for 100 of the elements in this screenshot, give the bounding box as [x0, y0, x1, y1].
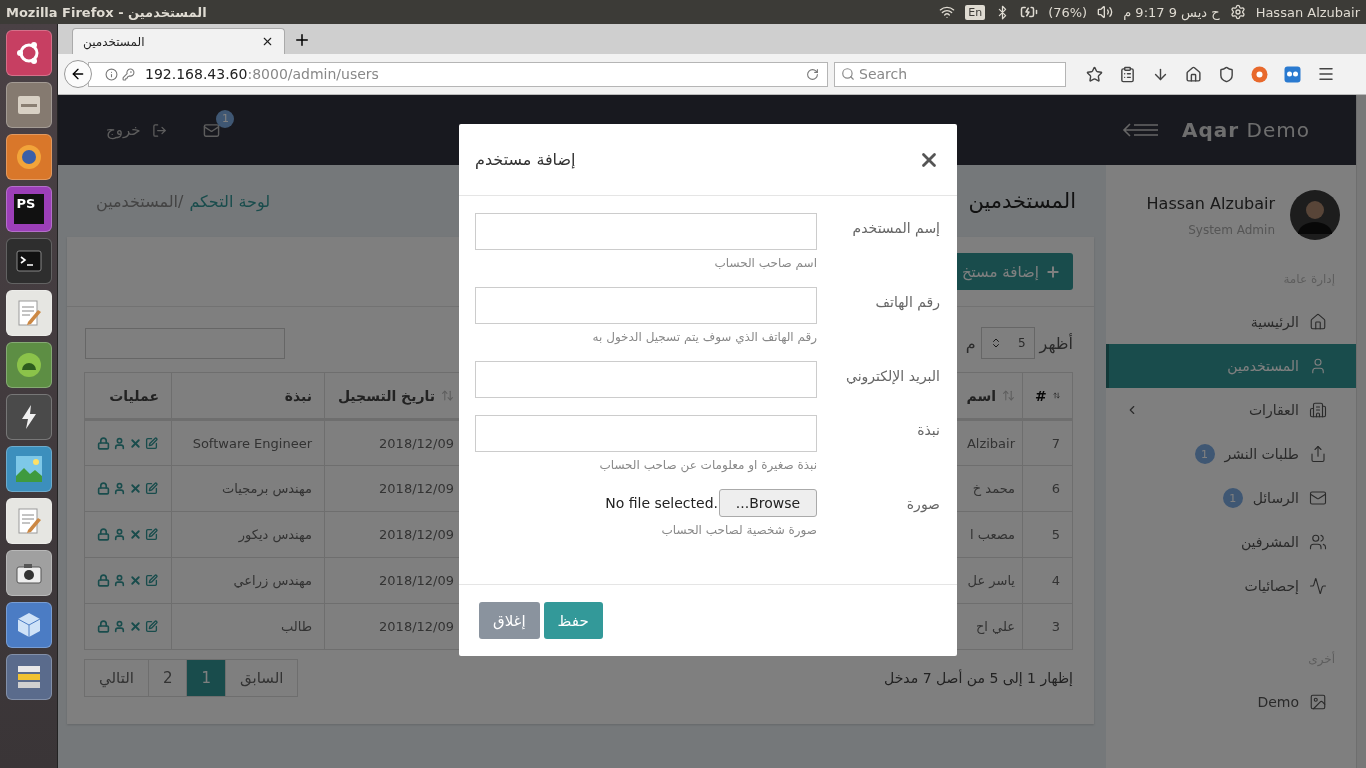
new-tab-icon[interactable]: [293, 31, 311, 49]
user-icon[interactable]: [113, 620, 126, 633]
close-button[interactable]: إغلاق: [479, 602, 540, 639]
launcher-button[interactable]: [5, 134, 52, 180]
pagination-button[interactable]: التالي: [84, 659, 149, 697]
launcher-button[interactable]: [5, 550, 52, 596]
launcher-button[interactable]: [5, 342, 52, 388]
sort-icon[interactable]: [441, 389, 454, 402]
length-label: أظهر: [1039, 333, 1073, 353]
table-cell: طالب: [171, 603, 325, 650]
pagination-button[interactable]: 2: [147, 659, 188, 697]
launcher-button[interactable]: [5, 602, 52, 648]
help-text: اسم صاحب الحساب: [713, 256, 817, 270]
settings-icon[interactable]: [1229, 4, 1246, 20]
lock-icon[interactable]: [97, 528, 110, 541]
count-badge: 1: [216, 109, 235, 128]
sidebar-item[interactable]: المستخدمين: [1106, 344, 1356, 388]
table-cell: 7: [1022, 419, 1073, 466]
search-field[interactable]: [85, 327, 285, 359]
volume-icon: [1097, 4, 1114, 20]
round-badge-icon[interactable]: [1251, 65, 1268, 83]
launcher-button[interactable]: [5, 394, 52, 440]
table-cell: 4: [1022, 557, 1073, 604]
edit-icon[interactable]: [145, 482, 158, 495]
sidebar-item[interactable]: العقارات: [1106, 388, 1356, 432]
delete-icon[interactable]: [129, 574, 142, 587]
edit-icon[interactable]: [145, 620, 158, 633]
launcher-button[interactable]: [5, 82, 52, 128]
launcher-button[interactable]: [5, 654, 52, 700]
save-button[interactable]: حفظ: [543, 602, 603, 639]
mail-icon: [1309, 489, 1327, 507]
pagination-button[interactable]: السابق: [225, 659, 299, 697]
column-header[interactable]: #: [1022, 372, 1073, 420]
battery-percent: (76%): [1048, 4, 1088, 20]
pagination-button[interactable]: 1: [186, 659, 226, 697]
browse-button[interactable]: Browse...: [719, 489, 817, 517]
url-text: 192.168.43.60:8000/admin/users: [145, 66, 380, 82]
home-icon[interactable]: [1185, 65, 1202, 83]
edit-icon[interactable]: [145, 528, 158, 541]
user-icon[interactable]: [113, 436, 126, 450]
sidebar-item[interactable]: الرئيسية: [1106, 300, 1356, 344]
column-header: عمليات: [84, 372, 172, 420]
launcher-button[interactable]: PS: [5, 186, 52, 232]
user-icon[interactable]: [113, 528, 126, 541]
info-icon: [105, 67, 118, 81]
menu-icon[interactable]: [1317, 65, 1335, 83]
browser-tab[interactable]: المستخدمين: [72, 28, 285, 54]
reload-icon[interactable]: [806, 67, 819, 81]
lock-icon[interactable]: [97, 620, 110, 633]
input-field[interactable]: [475, 213, 817, 250]
page-size-select[interactable]: 5: [980, 327, 1035, 359]
search-field[interactable]: Search: [834, 61, 1066, 87]
edit-icon[interactable]: [145, 436, 158, 450]
back-button[interactable]: [64, 60, 92, 88]
shield-icon[interactable]: [1218, 65, 1235, 83]
launcher-button[interactable]: [5, 30, 52, 76]
edit-icon[interactable]: [145, 574, 158, 587]
lock-icon[interactable]: [97, 574, 110, 587]
table-cell: مهندس زراعي: [171, 557, 325, 604]
delete-icon[interactable]: [129, 436, 142, 450]
input-field[interactable]: [475, 415, 817, 452]
clock: ح ديس 9 9:17 م: [1123, 4, 1220, 20]
building-icon: [1309, 401, 1327, 419]
lock-icon[interactable]: [97, 482, 110, 495]
field-label: رقم الهاتف: [874, 293, 940, 313]
table-cell: Software Engineer: [171, 419, 325, 466]
mail-icon[interactable]: [203, 121, 221, 139]
table-cell: 3: [1022, 603, 1073, 650]
user-icon[interactable]: [113, 574, 126, 587]
avatar: [1290, 190, 1340, 240]
sidebar-item[interactable]: Demo: [1106, 680, 1356, 724]
star-icon[interactable]: [1086, 65, 1103, 83]
back-icon: [70, 66, 86, 82]
profile-name: Hassan Alzubair: [1146, 193, 1275, 213]
close-icon[interactable]: [261, 35, 274, 48]
input-field[interactable]: [475, 287, 817, 324]
users-icon: [1309, 533, 1327, 551]
delete-icon[interactable]: [129, 528, 142, 541]
square-badge-icon[interactable]: [1284, 65, 1301, 83]
address-bar[interactable]: 192.168.43.60:8000/admin/users: [88, 61, 828, 87]
wifi-icon: [939, 4, 956, 20]
field-label: البريد الإلكتروني: [845, 367, 940, 387]
sort-icon[interactable]: [1002, 389, 1015, 402]
image-icon: [1309, 693, 1327, 711]
breadcrumb-link[interactable]: لوحة التحكم: [189, 191, 271, 211]
launcher-button[interactable]: [5, 498, 52, 544]
chart-icon: [1309, 577, 1327, 595]
sidebar-item[interactable]: إحصائيات: [1106, 564, 1356, 608]
table-cell: 5: [1022, 511, 1073, 558]
logout-link[interactable]: خروج: [106, 121, 168, 139]
delete-icon[interactable]: [129, 482, 142, 495]
clipboard-icon[interactable]: [1119, 65, 1136, 83]
launcher-button[interactable]: [5, 290, 52, 336]
sidebar-item[interactable]: المشرفين: [1106, 520, 1356, 564]
keyboard-indicator: En: [965, 4, 986, 20]
delete-icon[interactable]: [129, 620, 142, 633]
lock-icon[interactable]: [97, 436, 110, 450]
launcher-button[interactable]: [5, 446, 52, 492]
input-field[interactable]: [475, 361, 817, 398]
user-icon[interactable]: [113, 482, 126, 495]
